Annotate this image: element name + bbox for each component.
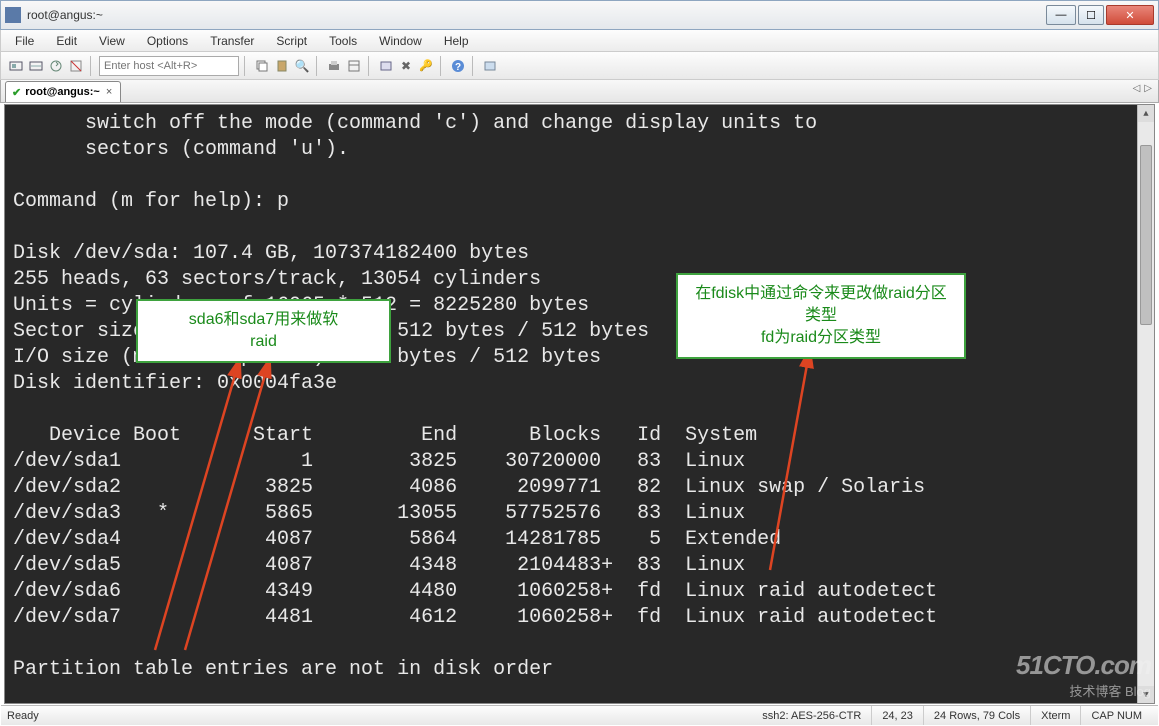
tab-close-icon[interactable]: × xyxy=(104,86,114,98)
menu-window[interactable]: Window xyxy=(375,32,426,50)
menu-file[interactable]: File xyxy=(11,32,38,50)
tab-label: root@angus:~ xyxy=(25,86,100,98)
find-icon[interactable]: 🔍 xyxy=(293,57,311,75)
svg-text:?: ? xyxy=(455,62,461,73)
annotation-text: 类型 xyxy=(692,305,950,327)
tab-prev-icon[interactable]: ◁ xyxy=(1133,83,1141,94)
window-controls: — ☐ ✕ xyxy=(1044,5,1154,25)
scroll-down-icon[interactable]: ▼ xyxy=(1138,686,1154,703)
terminal-line: Disk identifier: 0x0004fa3e xyxy=(13,372,337,395)
menu-options[interactable]: Options xyxy=(143,32,192,50)
terminal-line: Disk /dev/sda: 107.4 GB, 107374182400 by… xyxy=(13,242,529,265)
tab-next-icon[interactable]: ▷ xyxy=(1144,83,1152,94)
status-position: 24, 23 xyxy=(872,706,924,725)
maximize-button[interactable]: ☐ xyxy=(1078,5,1104,25)
menu-transfer[interactable]: Transfer xyxy=(206,32,258,50)
connect-sftp-icon[interactable] xyxy=(27,57,45,75)
terminal-line: Partition table entries are not in disk … xyxy=(13,658,553,681)
toolbar-separator xyxy=(244,56,248,76)
window-title-bar: root@angus:~ — ☐ ✕ xyxy=(0,0,1159,30)
toolbar-separator xyxy=(472,56,476,76)
annotation-text: sda6和sda7用来做软 xyxy=(152,309,375,331)
paste-icon[interactable] xyxy=(273,57,291,75)
terminal-line: /dev/sda7 4481 4612 1060258+ fd Linux ra… xyxy=(13,606,937,629)
menu-bar: File Edit View Options Transfer Script T… xyxy=(0,30,1159,52)
terminal-line: Device Boot Start End Blocks Id System xyxy=(13,424,757,447)
terminal-line: /dev/sda1 1 3825 30720000 83 Linux xyxy=(13,450,745,473)
menu-view[interactable]: View xyxy=(95,32,129,50)
app-icon xyxy=(5,7,21,23)
annotation-text: fd为raid分区类型 xyxy=(692,327,950,349)
terminal-line: /dev/sda4 4087 5864 14281785 5 Extended xyxy=(13,528,781,551)
copy-icon[interactable] xyxy=(253,57,271,75)
close-button[interactable]: ✕ xyxy=(1106,5,1154,25)
menu-tools[interactable]: Tools xyxy=(325,32,361,50)
toolbar: 🔍 ✖ 🔑 ? xyxy=(0,52,1159,80)
annotation-text: raid xyxy=(152,331,375,353)
print-icon[interactable] xyxy=(325,57,343,75)
minimize-button[interactable]: — xyxy=(1046,5,1076,25)
terminal-line: Command (m for help): p xyxy=(13,190,289,213)
terminal-pane[interactable]: switch off the mode (command 'c') and ch… xyxy=(4,104,1155,704)
menu-help[interactable]: Help xyxy=(440,32,473,50)
terminal-line: 255 heads, 63 sectors/track, 13054 cylin… xyxy=(13,268,541,291)
annotation-text: 在fdisk中通过命令来更改做raid分区 xyxy=(692,283,950,305)
menu-edit[interactable]: Edit xyxy=(52,32,81,50)
status-ready: Ready xyxy=(7,706,49,725)
toolbar-separator xyxy=(316,56,320,76)
quick-connect-icon[interactable] xyxy=(7,57,25,75)
new-tab-icon[interactable] xyxy=(481,57,499,75)
window-title: root@angus:~ xyxy=(27,8,1044,22)
session-options-icon[interactable] xyxy=(377,57,395,75)
terminal-line: /dev/sda6 4349 4480 1060258+ fd Linux ra… xyxy=(13,580,937,603)
terminal-line: /dev/sda3 * 5865 13055 57752576 83 Linux xyxy=(13,502,745,525)
terminal-line: /dev/sda2 3825 4086 2099771 82 Linux swa… xyxy=(13,476,925,499)
status-bar: Ready ssh2: AES-256-CTR 24, 23 24 Rows, … xyxy=(1,705,1158,725)
toolbar-separator xyxy=(368,56,372,76)
session-tab[interactable]: ✔ root@angus:~ × xyxy=(5,81,121,102)
toolbar-separator xyxy=(440,56,444,76)
scroll-up-icon[interactable]: ▲ xyxy=(1138,105,1154,122)
annotation-right: 在fdisk中通过命令来更改做raid分区 类型 fd为raid分区类型 xyxy=(676,273,966,359)
session-tab-bar: ✔ root@angus:~ × ◁ ▷ xyxy=(0,80,1159,103)
annotation-left: sda6和sda7用来做软 raid xyxy=(136,299,391,363)
status-caps: CAP NUM xyxy=(1081,706,1152,725)
terminal-line: /dev/sda5 4087 4348 2104483+ 83 Linux xyxy=(13,554,745,577)
status-term-type: Xterm xyxy=(1031,706,1081,725)
key-icon[interactable]: 🔑 xyxy=(417,57,435,75)
host-input[interactable] xyxy=(99,56,239,76)
status-size: 24 Rows, 79 Cols xyxy=(924,706,1031,725)
toolbar-separator xyxy=(90,56,94,76)
reconnect-icon[interactable] xyxy=(47,57,65,75)
terminal-line: sectors (command 'u'). xyxy=(13,138,349,161)
tab-nav: ◁ ▷ xyxy=(1133,83,1152,94)
properties-icon[interactable] xyxy=(345,57,363,75)
connected-icon: ✔ xyxy=(12,86,21,99)
terminal-line: switch off the mode (command 'c') and ch… xyxy=(13,112,817,135)
scroll-thumb[interactable] xyxy=(1140,145,1152,325)
vertical-scrollbar[interactable]: ▲ ▼ xyxy=(1137,105,1154,703)
settings-icon[interactable]: ✖ xyxy=(397,57,415,75)
disconnect-icon[interactable] xyxy=(67,57,85,75)
help-icon[interactable]: ? xyxy=(449,57,467,75)
menu-script[interactable]: Script xyxy=(272,32,311,50)
status-ssh: ssh2: AES-256-CTR xyxy=(752,706,872,725)
